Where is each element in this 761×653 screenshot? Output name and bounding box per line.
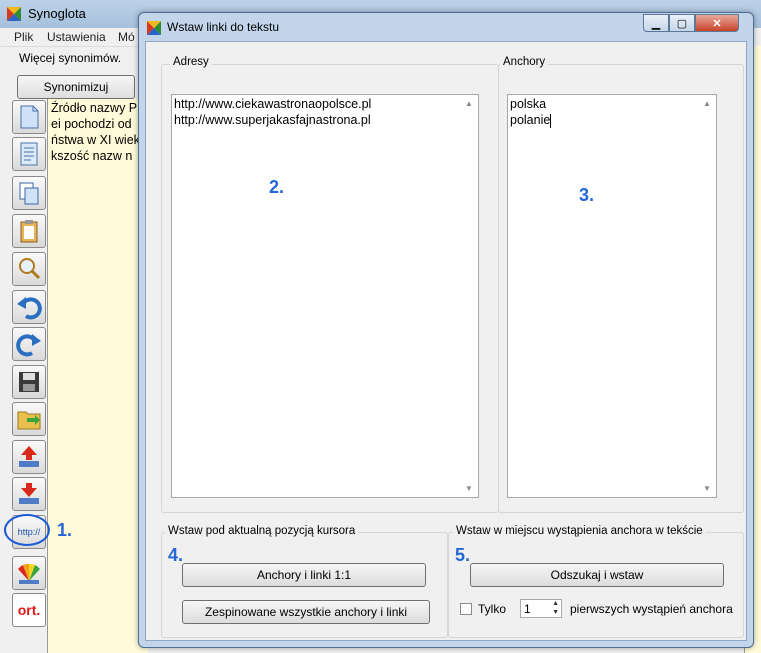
scroll-up-icon: ▲ <box>465 99 473 108</box>
new-document-icon <box>20 105 39 129</box>
magnifier-icon <box>19 258 41 280</box>
spin-all-anchors-links-button[interactable]: Zespinowane wszystkie anchory i linki <box>182 600 430 624</box>
undo-button[interactable] <box>12 290 46 324</box>
minimize-icon: ▁ <box>651 17 661 30</box>
document-text-icon <box>20 142 38 166</box>
adresy-scrollbar[interactable]: ▲ ▼ <box>461 95 478 497</box>
minimize-button[interactable]: ▁ <box>643 14 669 32</box>
adresy-line: http://www.superjakasfajnastrona.pl <box>174 113 371 127</box>
marker-5: 5. <box>455 545 471 565</box>
editor-line: ństwa w XI wiek <box>51 133 140 147</box>
marker-2: 2. <box>269 177 285 197</box>
anchory-scrollbar[interactable]: ▲ ▼ <box>699 95 716 497</box>
colors-button[interactable] <box>12 556 46 590</box>
scroll-up-icon: ▲ <box>703 99 711 108</box>
tylko-label: Tylko <box>478 602 507 616</box>
spin-up-icon[interactable]: ▲ <box>552 600 559 607</box>
open-text-button[interactable] <box>12 137 46 171</box>
menu-ustawienia[interactable]: Ustawienia <box>47 30 106 44</box>
spellcheck-button[interactable]: ort. <box>12 593 46 627</box>
anchory-label: Anchory <box>500 56 549 68</box>
editor-line: ei pochodzi od <box>51 117 132 131</box>
insert-links-dialog: Wstaw linki do tekstu ▁ ▢ ✕ Adresy http:… <box>138 12 754 648</box>
dialog-title: Wstaw linki do tekstu <box>167 20 280 34</box>
main-title: Synoglota <box>28 6 86 21</box>
adresy-label: Adresy <box>170 56 212 68</box>
editor-line: kszość nazw n <box>51 149 133 163</box>
highlight-circle <box>4 514 50 546</box>
menu-moje[interactable]: Mó <box>118 30 135 44</box>
spinner-value: 1 <box>524 602 531 616</box>
search-button[interactable] <box>12 252 46 286</box>
text-editor[interactable]: Źródło nazwy P ei pochodzi od ństwa w XI… <box>47 99 148 653</box>
spin-down-icon[interactable]: ▼ <box>552 609 559 616</box>
dialog-logo-icon <box>147 21 161 35</box>
folder-arrow-icon <box>17 411 41 430</box>
app-logo-icon <box>7 7 21 21</box>
occurrence-suffix-label: pierwszych wystąpień anchora <box>570 602 733 616</box>
occurrence-count-spinner[interactable]: 1 ▲ ▼ <box>520 599 562 618</box>
export-up-button[interactable] <box>12 440 46 474</box>
close-icon: ✕ <box>712 17 722 30</box>
books-arrow-down-icon <box>19 483 39 504</box>
floppy-disk-icon <box>19 372 39 392</box>
scroll-down-icon: ▼ <box>703 484 711 493</box>
tylko-checkbox[interactable] <box>460 603 472 615</box>
anchory-line: polanie <box>510 113 551 127</box>
text-caret <box>550 114 551 128</box>
cursor-group-label: Wstaw pod aktualną pozycją kursora <box>165 525 359 537</box>
dialog-client: Adresy http://www.ciekawastronaopolsce.p… <box>145 41 747 641</box>
marker-1: 1. <box>57 520 73 540</box>
anchor-occurrence-label: Wstaw w miejscu wystąpienia anchora w te… <box>453 525 706 537</box>
save-button[interactable] <box>12 365 46 399</box>
dialog-title-bar: Wstaw linki do tekstu ▁ ▢ ✕ <box>139 13 753 41</box>
redo-button[interactable] <box>12 327 46 361</box>
editor-line: Źródło nazwy P <box>51 101 138 115</box>
paste-button[interactable] <box>12 214 46 248</box>
anchory-line: polska <box>510 97 547 111</box>
adresy-textarea[interactable]: http://www.ciekawastronaopolsce.pl http:… <box>171 94 479 498</box>
color-fan-icon <box>18 563 40 584</box>
anchors-links-1to1-button[interactable]: Anchory i linki 1:1 <box>182 563 426 587</box>
import-down-button[interactable] <box>12 477 46 511</box>
find-and-insert-button[interactable]: Odszukaj i wstaw <box>470 563 724 587</box>
synonimizuj-button[interactable]: Synonimizuj <box>17 75 135 99</box>
menu-plik[interactable]: Plik <box>14 30 33 44</box>
maximize-icon: ▢ <box>676 17 688 30</box>
anchory-textarea[interactable]: polska polanie ▲ ▼ <box>507 94 717 498</box>
maximize-button[interactable]: ▢ <box>669 14 695 32</box>
close-button[interactable]: ✕ <box>695 14 739 32</box>
marker-4: 4. <box>168 545 184 565</box>
new-document-button[interactable] <box>12 100 46 134</box>
open-folder-button[interactable] <box>12 402 46 436</box>
adresy-line: http://www.ciekawastronaopolsce.pl <box>174 97 372 111</box>
info-text: Więcej synonimów. <box>19 51 122 65</box>
copy-button[interactable] <box>12 176 46 210</box>
scroll-down-icon: ▼ <box>465 484 473 493</box>
copy-icon <box>19 182 39 205</box>
clipboard-icon <box>20 220 38 243</box>
books-arrow-up-icon <box>19 446 39 467</box>
marker-3: 3. <box>579 185 595 205</box>
undo-icon <box>17 297 42 320</box>
redo-icon <box>16 334 41 357</box>
